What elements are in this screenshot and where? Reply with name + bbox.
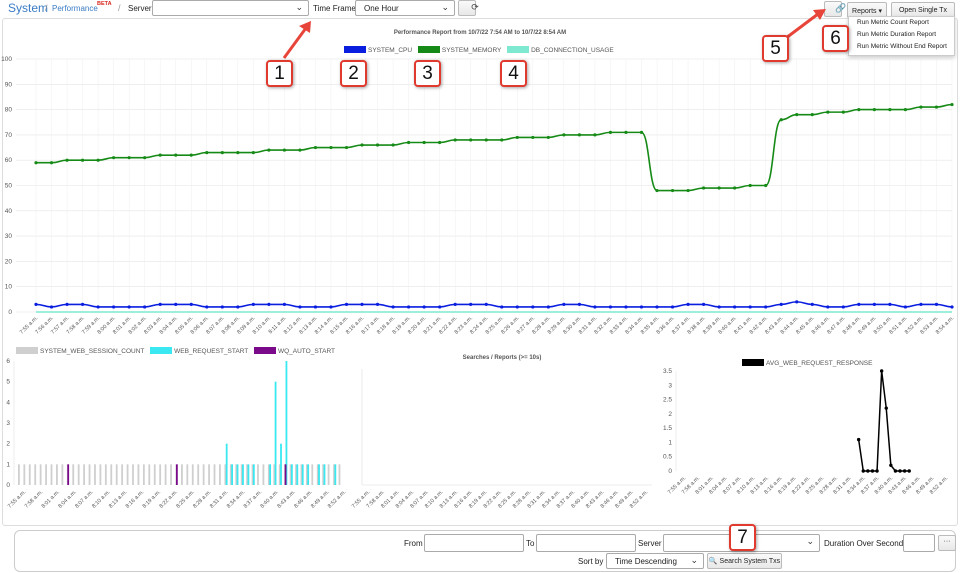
annotation-arrow: [785, 12, 819, 40]
callout-7: 7: [729, 524, 756, 551]
callout-2: 2: [340, 60, 367, 87]
callout-1: 1: [266, 60, 293, 87]
callout-5: 5: [762, 35, 789, 62]
callout-3: 3: [414, 60, 441, 87]
annotation-arrows: [282, 9, 826, 59]
annotation-arrow: [282, 27, 308, 59]
callout-6: 6: [822, 25, 849, 52]
callout-4: 4: [500, 60, 527, 87]
